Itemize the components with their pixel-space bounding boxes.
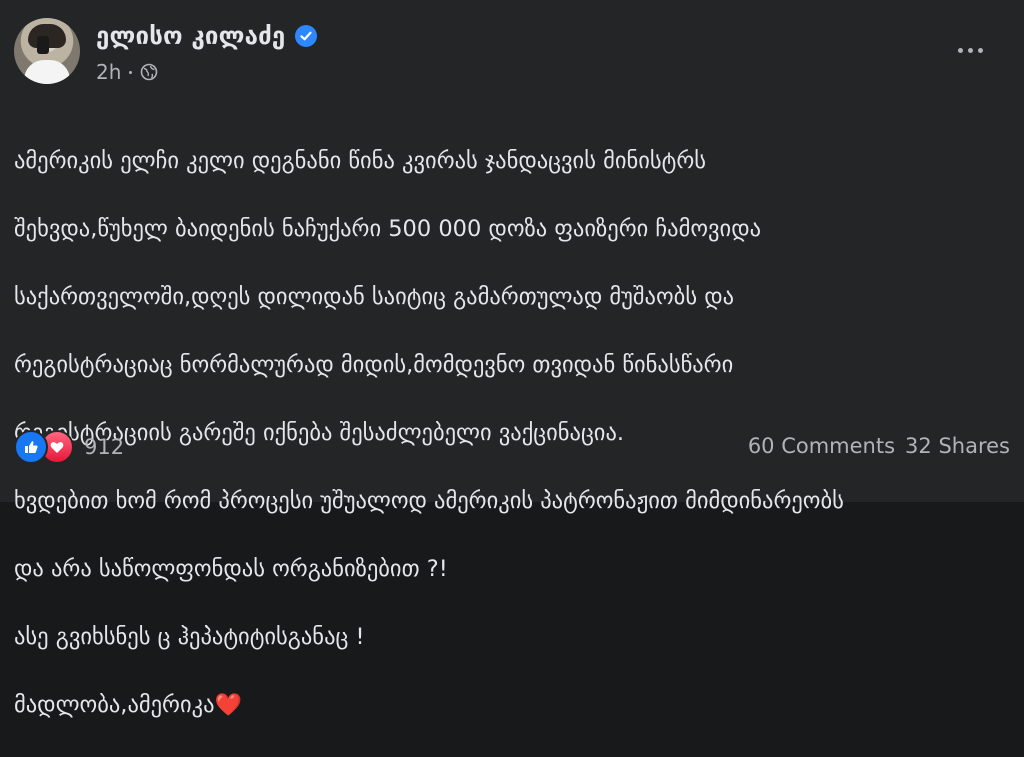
author-avatar[interactable]	[14, 18, 80, 84]
post-stats: 60 Comments 32 Shares	[748, 434, 1010, 458]
post-text-line: ხვდებით ხომ რომ პროცესი უშუალოდ ამერიკის…	[14, 488, 844, 514]
comments-count-link[interactable]: 60 Comments	[748, 434, 895, 458]
like-reaction-icon	[14, 430, 48, 464]
post-footer: 912 60 Comments 32 Shares	[14, 428, 1010, 468]
post-header: ელისო კილაძე 2h	[14, 18, 1010, 90]
reactions-summary[interactable]: 912	[14, 430, 124, 464]
post-text-last-line: მადლობა,ამერიკა❤️	[14, 688, 1010, 723]
post-text-line: შეხვდა,წუხელ ბაიდენის ნაჩუქარი 500 000 დ…	[14, 216, 762, 242]
post-text-line: რეგისტრაციაც ნორმალურად მიდის,მომდევნო თ…	[14, 352, 734, 378]
facebook-post: ელისო კილაძე 2h ამერიკის ელჩი კელი დეგნა…	[0, 0, 1024, 718]
author-name-row: ელისო კილაძე	[96, 22, 318, 50]
meta-separator	[129, 70, 133, 74]
post-text-line: საქართველოში,დღეს დილიდან საიტიც გამართუ…	[14, 284, 735, 310]
heart-emoji-icon: ❤️	[214, 693, 242, 718]
globe-icon[interactable]	[140, 63, 158, 81]
reaction-count: 912	[84, 435, 125, 459]
post-time[interactable]: 2h	[96, 60, 121, 84]
post-meta: 2h	[96, 60, 158, 84]
author-name[interactable]: ელისო კილაძე	[96, 22, 285, 50]
post-text-line: ამერიკის ელჩი კელი დეგნანი წინა კვირას ჯ…	[14, 148, 707, 174]
post-text-line: ასე გვიხსნეს ც ჰეპატიტისგანაც !	[14, 624, 365, 650]
more-options-icon[interactable]	[950, 36, 990, 64]
post-text-line: და არა საწოლფონდას ორგანიზებით ?!	[14, 556, 448, 582]
shares-count-link[interactable]: 32 Shares	[905, 434, 1010, 458]
post-text-line: მადლობა,ამერიკა	[14, 692, 215, 718]
verified-badge-icon	[295, 25, 318, 47]
